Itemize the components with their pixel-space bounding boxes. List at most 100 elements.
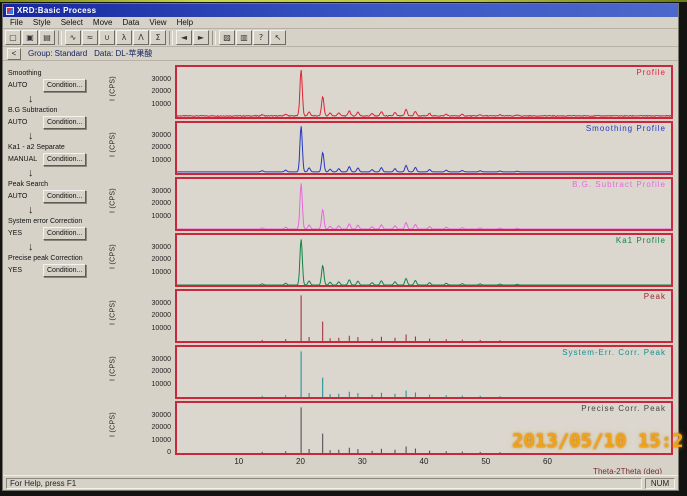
menu-item-select[interactable]: Select <box>56 18 88 27</box>
panel-label: System-Err. Corr. Peak <box>562 348 666 357</box>
print-icon: ▤ <box>43 33 51 42</box>
menu-bar: FileStyleSelectMoveDataViewHelp <box>3 17 678 29</box>
step-title: Smoothing <box>8 70 100 77</box>
y-tick-label: 30000 <box>127 132 171 139</box>
print-button[interactable]: ▤ <box>39 30 55 45</box>
prev-data-icon: ◄ <box>181 33 187 42</box>
palette-button[interactable]: ▨ <box>219 30 235 45</box>
process-step: Smoothing AUTOCondition... <box>8 70 100 92</box>
status-bar: For Help, press F1 NUM <box>3 475 678 490</box>
step-title: Precise peak Correction <box>8 255 100 262</box>
y-axis-title: I (CPS) <box>110 236 117 278</box>
step-title: B.G Subtraction <box>8 107 100 114</box>
x-tick-label: 30 <box>350 457 374 466</box>
chart-panel: I (CPS)100002000030000Smoothing Profile <box>103 120 678 176</box>
chart-panel: I (CPS)100002000030000B.G. Subtract Prof… <box>103 176 678 232</box>
app-window: XRD:Basic Process FileStyleSelectMoveDat… <box>2 3 679 491</box>
condition-button[interactable]: Condition... <box>43 116 86 129</box>
window-title: XRD:Basic Process <box>17 6 96 15</box>
help-icon: ? <box>259 33 263 42</box>
x-tick-label: 60 <box>536 457 560 466</box>
y-tick-label: 20000 <box>127 256 171 263</box>
condition-button[interactable]: Condition... <box>43 79 86 92</box>
smoothing-icon: ≈ <box>87 33 94 42</box>
y-tick-label: 10000 <box>127 157 171 164</box>
condition-button[interactable]: Condition... <box>43 227 86 240</box>
panel-label: Profile <box>636 68 666 77</box>
screen-photo: XRD:Basic Process FileStyleSelectMoveDat… <box>0 0 687 496</box>
save-button[interactable]: ▣ <box>22 30 38 45</box>
y-tick-label: 20000 <box>127 424 171 431</box>
chart-panel: I (CPS)100002000030000Ka1 Profile <box>103 232 678 288</box>
toolbar: ▢ ▣ ▤ ∿ ≈ ∪λΛΣ ◄ ► ▨ ▥? ↖ <box>3 29 678 47</box>
bg-subtract-button[interactable]: ∪ <box>99 30 115 45</box>
x-tick-label: 20 <box>289 457 313 466</box>
menu-item-style[interactable]: Style <box>28 18 56 27</box>
process-step: B.G SubtractionAUTOCondition... <box>8 107 100 129</box>
step-title: Peak Search <box>8 181 100 188</box>
x-tick-label: 50 <box>474 457 498 466</box>
step-mode-value: AUTO <box>8 82 40 89</box>
num-lock-indicator: NUM <box>645 478 675 489</box>
profile-view-button[interactable]: ∿ <box>65 30 81 45</box>
panel-label: Smoothing Profile <box>586 124 666 133</box>
app-icon <box>6 7 14 15</box>
y-tick-label: 30000 <box>127 76 171 83</box>
menu-item-view[interactable]: View <box>144 18 171 27</box>
new-file-icon: ▢ <box>9 33 17 42</box>
process-steps-panel: SmoothingAUTOCondition...↓B.G Subtractio… <box>3 64 103 474</box>
menu-item-move[interactable]: Move <box>88 18 118 27</box>
y-axis-title: I (CPS) <box>110 180 117 222</box>
condition-button[interactable]: Condition... <box>43 190 86 203</box>
condition-button[interactable]: Condition... <box>43 264 86 277</box>
panel-label: Precise Corr. Peak <box>581 404 666 413</box>
y-axis-title: I (CPS) <box>110 68 117 110</box>
menu-item-data[interactable]: Data <box>117 18 144 27</box>
condition-button[interactable]: Condition... <box>43 153 86 166</box>
context-help-icon: ↖ <box>275 33 282 42</box>
y-axis-title: I (CPS) <box>110 404 117 446</box>
help-button[interactable]: ? <box>253 30 269 45</box>
y-tick-label: 20000 <box>127 368 171 375</box>
group-data-bar: < Group: Standard Data: DL-苹果酸 <box>3 47 678 61</box>
step-row: MANUALCondition... <box>8 153 100 166</box>
step-mode-value: YES <box>8 267 40 274</box>
prev-data-button[interactable]: ◄ <box>176 30 192 45</box>
plot-frame: Ka1 Profile <box>175 233 673 287</box>
plot-frame: System-Err. Corr. Peak <box>175 345 673 399</box>
down-arrow-icon: ↓ <box>28 94 100 104</box>
ka1-separate-button[interactable]: λ <box>116 30 132 45</box>
plot-area: I (CPS)100002000030000ProfileI (CPS)1000… <box>103 64 678 474</box>
y-tick-label: 10000 <box>127 325 171 332</box>
plot-frame: Smoothing Profile <box>175 121 673 175</box>
new-file-button[interactable]: ▢ <box>5 30 21 45</box>
y-tick-label: 10000 <box>127 101 171 108</box>
menu-item-help[interactable]: Help <box>172 18 198 27</box>
down-arrow-icon: ↓ <box>28 131 100 141</box>
prev-group-button[interactable]: < <box>7 48 21 60</box>
chart-panel: I (CPS) 10000 20000 30000 Profile <box>103 64 678 120</box>
context-help-button[interactable]: ↖ <box>270 30 286 45</box>
smoothing-button[interactable]: ≈ <box>82 30 98 45</box>
x-axis-row: Theta-2Theta (deg) <box>103 467 678 474</box>
down-arrow-icon: ↓ <box>28 205 100 215</box>
y-axis-title: I (CPS) <box>110 292 117 334</box>
y-tick-label: 10000 <box>127 381 171 388</box>
x-tick-label: 10 <box>227 457 251 466</box>
y-tick-label: 20000 <box>127 144 171 151</box>
print-report-button[interactable]: ▥ <box>236 30 252 45</box>
palette-icon: ▨ <box>223 33 231 42</box>
y-tick-label: 30000 <box>127 300 171 307</box>
menu-item-file[interactable]: File <box>5 18 28 27</box>
next-data-button[interactable]: ► <box>193 30 209 45</box>
y-tick-label: 20000 <box>127 88 171 95</box>
down-arrow-icon: ↓ <box>28 168 100 178</box>
error-correct-button[interactable]: Σ <box>150 30 166 45</box>
data-label: Data: DL-苹果酸 <box>94 48 152 59</box>
peak-search-button[interactable]: Λ <box>133 30 149 45</box>
down-arrow-icon: ↓ <box>28 242 100 252</box>
panel-label: Peak <box>644 292 666 301</box>
y-tick-label: 20000 <box>127 200 171 207</box>
y-tick-label: 30000 <box>127 188 171 195</box>
plot-frame: Peak <box>175 289 673 343</box>
